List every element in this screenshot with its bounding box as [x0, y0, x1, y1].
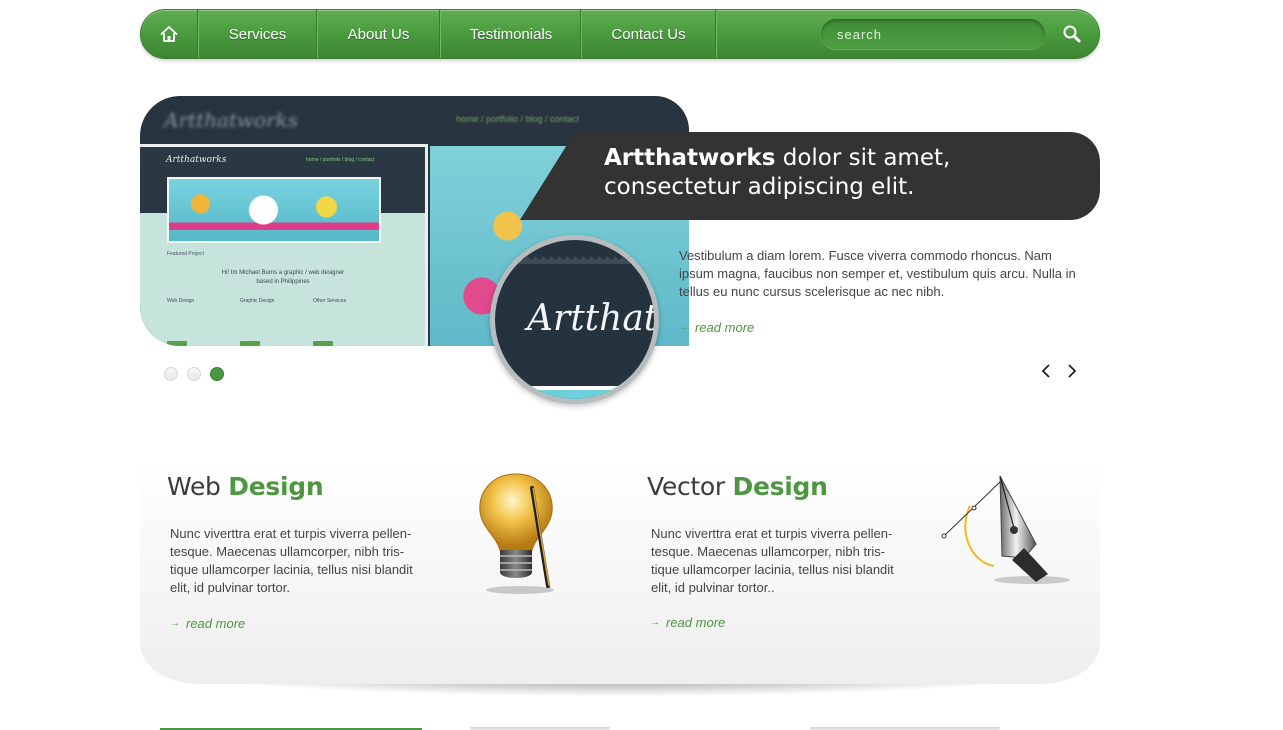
- slider-dot-1[interactable]: [164, 367, 178, 381]
- feature-title-web-design: Web Design: [167, 472, 324, 501]
- read-more-label: read more: [695, 320, 755, 335]
- screenshot-logo: Artthatworks: [166, 155, 227, 165]
- feature-title-accent: Design: [732, 472, 828, 501]
- vector-design-read-more-link[interactable]: → read more: [650, 615, 725, 630]
- screenshot-column: Graphic Design: [240, 299, 304, 308]
- nav-item-services[interactable]: Services: [199, 10, 316, 58]
- screenshot-button: [167, 341, 187, 346]
- nav-item-testimonials[interactable]: Testimonials: [441, 10, 581, 58]
- screenshot-column-title: Other Services: [313, 298, 347, 304]
- search-input[interactable]: [837, 25, 1033, 43]
- screenshot-button: [313, 341, 333, 346]
- lightbulb-icon: [479, 473, 554, 594]
- magnifier-zigzag: [495, 256, 654, 264]
- chevron-left-icon: [1041, 364, 1050, 378]
- pen-tool-icon: [941, 475, 1070, 584]
- search-box: [821, 19, 1045, 49]
- screenshot-intro-line: based in Philippines: [256, 279, 310, 285]
- feature-text-vector-design: Nunc viverttra erat et turpis viverra pe…: [651, 526, 894, 595]
- feature-title-vector-design: Vector Design: [647, 472, 828, 501]
- feature-title-light: Web: [167, 472, 229, 501]
- arrow-right-icon: →: [650, 617, 660, 628]
- hero-screenshot-links: home / portfolio / blog / contact: [456, 114, 580, 124]
- screenshot-column: Web Design: [167, 299, 231, 308]
- screenshot-intro-line: Hi! Im Michael Burns a graphic / web des…: [221, 270, 345, 276]
- feature-text-web-design: Nunc viverttra erat et turpis viverra pe…: [170, 526, 413, 595]
- slider-dot-3[interactable]: [210, 367, 224, 381]
- feature-title-accent: Design: [228, 472, 324, 501]
- slider-pagination: [164, 367, 224, 381]
- arrow-right-icon: →: [679, 322, 689, 333]
- screenshot-nav: home / portfolio / blog / contact: [306, 157, 375, 163]
- home-button[interactable]: [141, 10, 197, 58]
- search-icon: [1063, 25, 1081, 43]
- read-more-label: read more: [186, 616, 246, 631]
- screenshot-button: [240, 341, 260, 346]
- magnifier-logo-text: Artthatworks: [527, 298, 659, 339]
- main-nav: Services About Us Testimonials Contact U…: [140, 9, 1100, 59]
- arrow-right-icon: →: [170, 618, 180, 629]
- screenshot-column: Other Services: [313, 299, 377, 308]
- slider-prev-button[interactable]: [1036, 361, 1056, 381]
- nav-item-about-us[interactable]: About Us: [318, 10, 439, 58]
- hero-read-more-link[interactable]: → read more: [679, 320, 754, 335]
- home-icon: [160, 26, 178, 42]
- feature-title-light: Vector: [647, 472, 733, 501]
- magnifier-banner-strip: [495, 390, 654, 399]
- nav-item-contact-us[interactable]: Contact Us: [582, 10, 715, 58]
- chevron-right-icon: [1068, 364, 1077, 378]
- screenshot-column-title: Web Design: [167, 298, 195, 304]
- read-more-label: read more: [666, 615, 726, 630]
- web-design-read-more-link[interactable]: → read more: [170, 616, 245, 631]
- screenshot-featured-label: Featured Project: [167, 251, 204, 257]
- screenshot-banner: [167, 177, 381, 243]
- hero-caption-bold: Artthatworks: [604, 145, 776, 171]
- screenshot-intro: Hi! Im Michael Burns a graphic / web des…: [167, 269, 399, 287]
- search-button[interactable]: [1059, 21, 1087, 49]
- screenshot-column-title: Graphic Design: [240, 298, 275, 304]
- nav-divider: [715, 10, 717, 58]
- hero-magnifier: Artthatworks: [490, 235, 659, 404]
- hero-screenshot-logo: Artthatworks: [164, 108, 299, 132]
- hero-description: Vestibulum a diam lorem. Fusce viverra c…: [679, 248, 1076, 299]
- hero-caption: Artthatworks dolor sit amet, consectetur…: [604, 144, 1084, 202]
- slider-next-button[interactable]: [1062, 361, 1082, 381]
- hero-screenshot-page: Artthatworks home / portfolio / blog / c…: [140, 144, 428, 346]
- slider-dot-2[interactable]: [187, 367, 201, 381]
